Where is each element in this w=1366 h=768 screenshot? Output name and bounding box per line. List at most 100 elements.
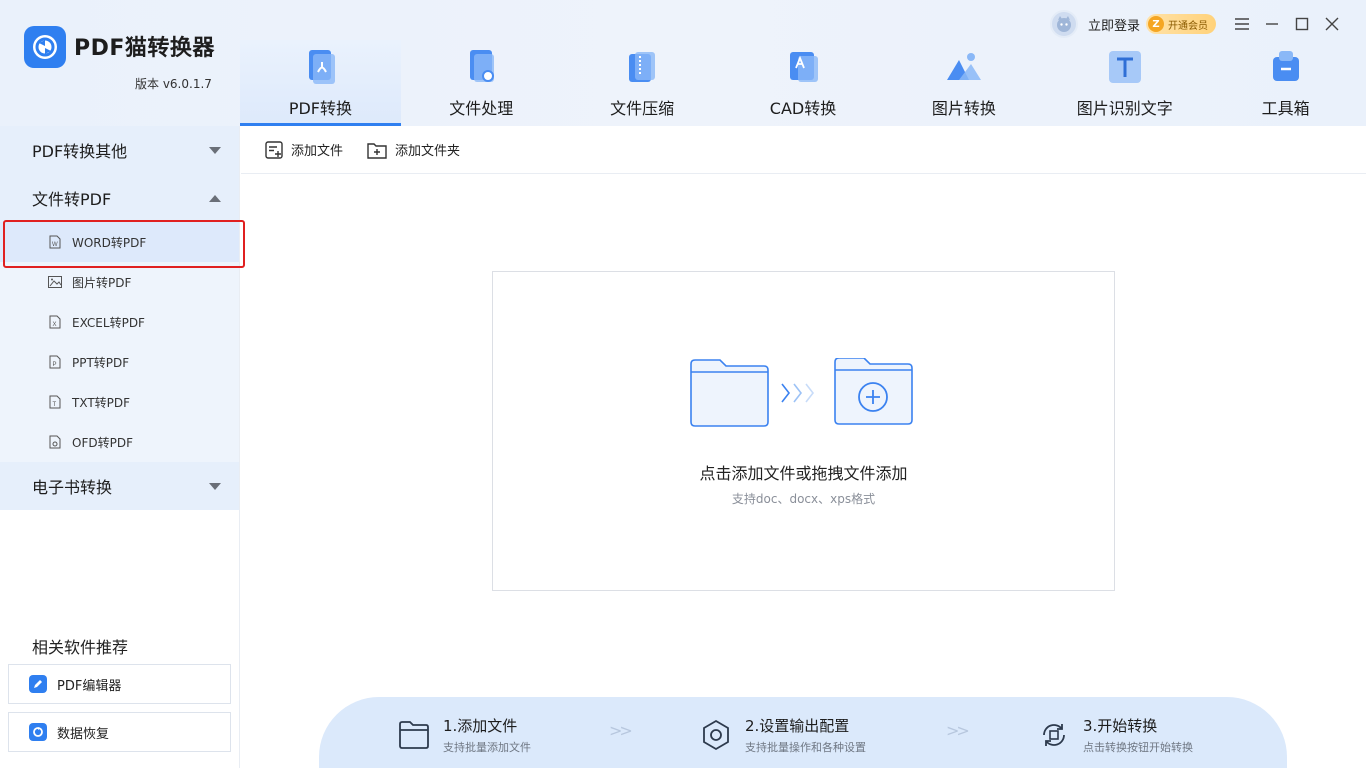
sidebar-item-label: PPT转PDF (72, 355, 130, 370)
image-convert-icon (944, 47, 984, 87)
folder-icon (397, 718, 431, 752)
tab-label: 图片转换 (931, 99, 996, 118)
top-bar: 立即登录 Z 开通会员 (1049, 10, 1340, 38)
step-add-file: 1.添加文件 支持批量添加文件 (397, 715, 531, 755)
excel-file-icon: X (48, 315, 62, 329)
chevron-down-icon (209, 146, 221, 154)
word-file-icon: W (48, 235, 62, 249)
vip-icon: Z (1148, 16, 1164, 32)
file-compress-icon (622, 47, 662, 87)
dropzone-formats: 支持doc、docx、xps格式 (731, 492, 876, 506)
settings-gear-icon (699, 718, 733, 752)
toolbox-icon (1266, 47, 1306, 87)
sidebar: PDF转换其他 文件转PDF W WORD转PDF 图片转PDF X EXCEL… (0, 126, 245, 768)
tab-label: 图片识别文字 (1076, 99, 1173, 118)
sidebar-item-label: EXCEL转PDF (72, 315, 145, 330)
step-desc: 点击转换按钮开始转换 (1083, 741, 1193, 754)
add-file-icon (265, 140, 283, 159)
sidebar-group-label: PDF转换其他 (32, 142, 128, 161)
sidebar-item-image-to-pdf[interactable]: 图片转PDF (0, 262, 239, 302)
vip-badge[interactable]: Z 开通会员 (1146, 14, 1216, 34)
sidebar-item-label: TXT转PDF (72, 395, 131, 410)
tab-label: PDF转换 (288, 99, 353, 118)
tab-label: 工具箱 (1261, 99, 1310, 118)
folder-transfer-illustration (690, 357, 914, 428)
tab-toolbox[interactable]: 工具箱 (1205, 40, 1366, 126)
pen-icon (29, 675, 47, 693)
tab-pdf-convert[interactable]: PDF转换 (240, 40, 401, 126)
tab-label: CAD转换 (769, 99, 837, 118)
txt-file-icon: T (48, 395, 62, 409)
app-title: PDF猫转换器 (74, 36, 215, 61)
tab-image-convert[interactable]: 图片转换 (883, 40, 1044, 126)
sidebar-group-ebook[interactable]: 电子书转换 (0, 462, 239, 510)
excel-badge: X (53, 322, 57, 328)
pdf-editor-label: PDF编辑器 (57, 678, 122, 694)
steps-panel: 1.添加文件 支持批量添加文件 >> 2.设置输出配置 支持批量操作和各种设置 … (319, 697, 1287, 768)
chevrons-right-icon: >> (946, 721, 970, 740)
sidebar-item-ppt-to-pdf[interactable]: P PPT转PDF (0, 342, 239, 382)
ppt-file-icon: P (48, 355, 62, 369)
pdf-editor-button[interactable]: PDF编辑器 (8, 664, 231, 704)
sidebar-item-txt-to-pdf[interactable]: T TXT转PDF (0, 382, 239, 422)
data-recovery-label: 数据恢复 (57, 726, 110, 742)
sidebar-group-label: 文件转PDF (32, 190, 112, 209)
ofd-file-icon (48, 435, 62, 449)
data-recovery-button[interactable]: 数据恢复 (8, 712, 231, 752)
add-file-label: 添加文件 (291, 144, 344, 159)
convert-icon (1037, 718, 1071, 752)
sidebar-group-pdf-to-other[interactable]: PDF转换其他 (0, 126, 239, 174)
sidebar-item-ofd-to-pdf[interactable]: OFD转PDF (0, 422, 239, 462)
file-dropzone[interactable]: 点击添加文件或拖拽文件添加 支持doc、docx、xps格式 (492, 271, 1115, 591)
word-badge: W (52, 242, 58, 248)
step-start: 3.开始转换 点击转换按钮开始转换 (1037, 715, 1193, 755)
recommend-title: 相关软件推荐 (32, 638, 129, 657)
menu-icon[interactable] (1234, 16, 1250, 32)
pdf-convert-icon (300, 47, 340, 87)
vip-label: 开通会员 (1168, 20, 1208, 32)
app-header: PDF猫转换器 版本 v6.0.1.7 立即登录 Z 开通会员 PDF转换 文件… (0, 0, 1366, 126)
toolbar: 添加文件 添加文件夹 (241, 126, 1366, 174)
main-nav: PDF转换 文件处理 文件压缩 CAD转换 图片转换 图片识别文字 工具箱 (240, 40, 1366, 126)
maximize-icon[interactable] (1294, 16, 1310, 32)
add-folder-icon (367, 142, 387, 159)
sidebar-item-label: 图片转PDF (72, 275, 132, 290)
tab-file-process[interactable]: 文件处理 (401, 40, 562, 126)
tab-label: 文件压缩 (610, 99, 675, 118)
add-folder-button[interactable]: 添加文件夹 (367, 140, 460, 159)
image-file-icon (48, 275, 62, 289)
txt-badge: T (53, 402, 57, 408)
step-title: 3.开始转换 (1083, 717, 1158, 735)
sidebar-item-label: OFD转PDF (72, 435, 133, 450)
recovery-icon (29, 723, 47, 741)
chevron-up-icon (209, 194, 221, 202)
app-logo-icon (24, 26, 66, 68)
file-process-icon (461, 47, 501, 87)
tab-cad-convert[interactable]: CAD转换 (723, 40, 884, 126)
step-settings: 2.设置输出配置 支持批量操作和各种设置 (699, 715, 866, 755)
tab-file-compress[interactable]: 文件压缩 (562, 40, 723, 126)
dropzone-instruction: 点击添加文件或拖拽文件添加 (699, 464, 908, 483)
tab-ocr-text[interactable]: 图片识别文字 (1044, 40, 1205, 126)
step-title: 2.设置输出配置 (745, 717, 850, 735)
step-title: 1.添加文件 (443, 717, 518, 735)
add-file-button[interactable]: 添加文件 (265, 140, 343, 159)
app-version: 版本 v6.0.1.7 (135, 77, 212, 91)
chevrons-right-icon: >> (609, 721, 633, 740)
ocr-text-icon (1105, 47, 1145, 87)
close-icon[interactable] (1324, 16, 1340, 32)
sidebar-submenu: W WORD转PDF 图片转PDF X EXCEL转PDF P PPT转PDF … (0, 222, 239, 462)
sidebar-item-excel-to-pdf[interactable]: X EXCEL转PDF (0, 302, 239, 342)
sidebar-item-word-to-pdf[interactable]: W WORD转PDF (0, 222, 239, 262)
ppt-badge: P (53, 362, 57, 368)
sidebar-group-label: 电子书转换 (32, 478, 113, 497)
chevron-down-icon (209, 482, 221, 490)
sidebar-group-file-to-pdf[interactable]: 文件转PDF (0, 174, 239, 222)
minimize-icon[interactable] (1264, 16, 1280, 32)
cad-convert-icon (783, 47, 823, 87)
add-folder-label: 添加文件夹 (395, 144, 461, 159)
login-link[interactable]: 立即登录 (1088, 15, 1140, 34)
sidebar-item-label: WORD转PDF (72, 235, 147, 250)
tab-label: 文件处理 (449, 99, 514, 118)
avatar[interactable] (1049, 10, 1078, 38)
